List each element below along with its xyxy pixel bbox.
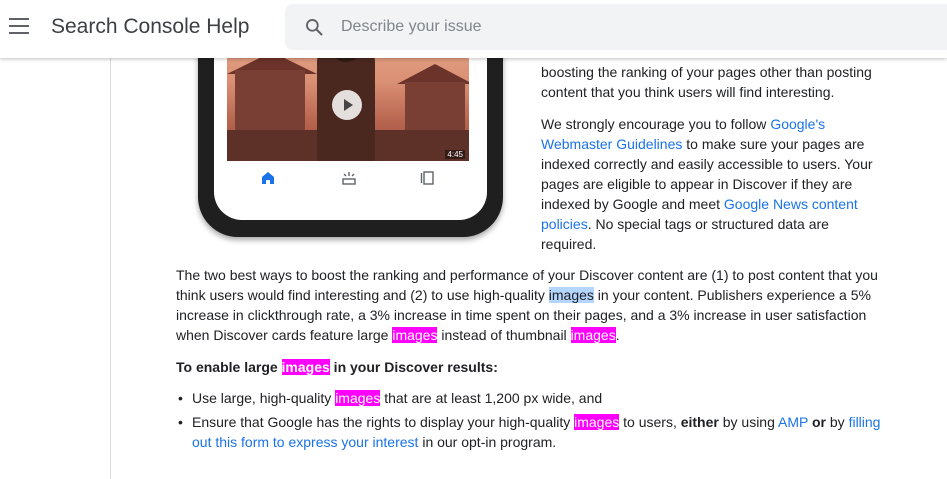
updates-icon[interactable] — [341, 170, 357, 186]
bold-text: either — [680, 414, 719, 430]
highlighted-word: images — [335, 390, 381, 406]
house — [235, 70, 305, 130]
amp-link[interactable]: AMP — [778, 414, 808, 430]
text-span: in your Discover results: — [329, 359, 498, 375]
search-icon[interactable] — [304, 17, 324, 37]
highlighted-word: images — [281, 359, 330, 375]
text-span: To enable large — [176, 359, 282, 375]
search-bar[interactable] — [285, 4, 947, 50]
requirements-list: Use large, high-quality images that are … — [176, 388, 886, 456]
highlighted-word: images — [570, 327, 616, 343]
text-span: instead of thumbnail — [437, 327, 571, 343]
menu-icon[interactable] — [9, 18, 29, 34]
text-span: . — [615, 327, 620, 343]
selected-word: images — [548, 287, 594, 303]
text-span: Use large, high-quality — [192, 390, 336, 406]
text-span: that are at least 1,200 px wide, and — [380, 390, 603, 406]
play-button[interactable] — [332, 90, 362, 120]
text-span: in our opt-in program. — [418, 434, 557, 450]
text-span: Ensure that Google has the rights to dis… — [192, 414, 575, 430]
house-roof — [397, 64, 469, 84]
video-duration: 4:45 — [445, 150, 465, 159]
search-input[interactable] — [341, 13, 921, 41]
text-span: by — [825, 414, 849, 430]
bold-text: or — [811, 414, 826, 430]
content-divider — [110, 58, 111, 479]
phone-illustration: 4:45 — [198, 30, 503, 237]
paragraph-text: boosting the ranking of your pages other… — [541, 64, 872, 100]
collections-icon[interactable] — [420, 170, 436, 186]
house — [405, 82, 465, 132]
paragraph-best-ways: The two best ways to boost the ranking a… — [176, 265, 886, 345]
paragraph-intro-end: boosting the ranking of your pages other… — [541, 62, 886, 102]
list-item: Use large, high-quality images that are … — [176, 388, 886, 408]
home-icon[interactable] — [260, 170, 276, 186]
highlighted-word: images — [392, 327, 438, 343]
text-span: by using — [718, 414, 778, 430]
text-span: We strongly encourage you to follow — [541, 116, 771, 132]
paragraph-guidelines: We strongly encourage you to follow Goog… — [541, 114, 886, 254]
page-title[interactable]: Search Console Help — [51, 15, 249, 39]
app-header: Search Console Help — [0, 0, 947, 58]
list-item: Ensure that Google has the rights to dis… — [176, 412, 886, 452]
highlighted-word: images — [574, 414, 620, 430]
section-subheading: To enable large images in your Discover … — [176, 357, 498, 377]
phone-screen: 4:45 — [214, 30, 487, 220]
text-span: to users, — [619, 414, 681, 430]
